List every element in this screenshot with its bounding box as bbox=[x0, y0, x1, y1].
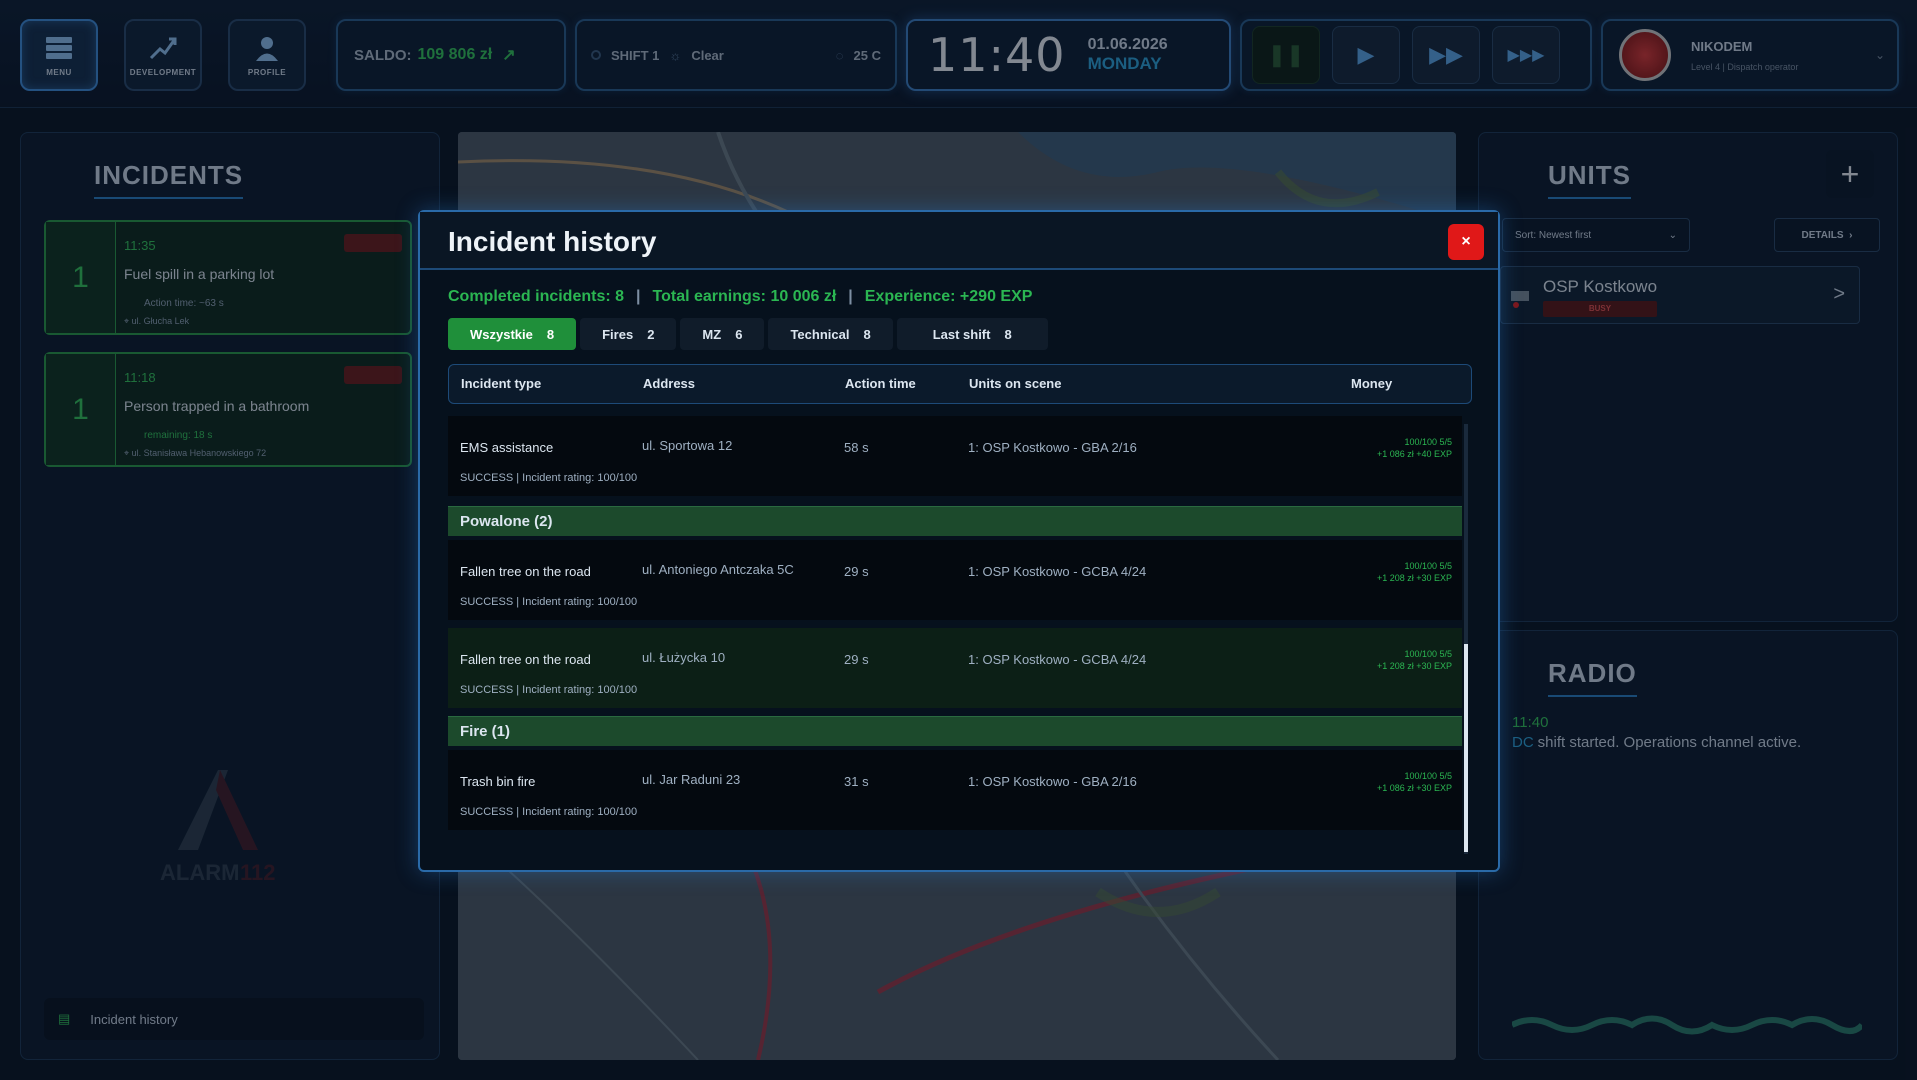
filter-tabs: Wszystkie 8 Fires 2 MZ 6 Technical 8 Last sh… bbox=[448, 318, 1048, 350]
units-on-scene: 1: OSP Kostkowo - GBA 2/16 bbox=[968, 440, 1137, 455]
money-cell: 100/100 5/5 +1 086 zł +30 EXP bbox=[1377, 770, 1452, 794]
column-header: Units on scene bbox=[969, 376, 1062, 391]
units-on-scene: 1: OSP Kostkowo - GCBA 4/24 bbox=[968, 564, 1147, 579]
tab-label: Wszystkie bbox=[470, 326, 533, 342]
action-time: 29 s bbox=[844, 652, 869, 667]
completed-count: Completed incidents: 8 bbox=[448, 288, 625, 305]
money-cell: 100/100 5/5 +1 208 zł +30 EXP bbox=[1377, 560, 1452, 584]
tab-fires[interactable]: Fires 2 bbox=[580, 318, 677, 350]
incident-address: ul. Antoniego Antczaka 5C bbox=[642, 562, 794, 577]
money-earned: +1 086 zł +40 EXP bbox=[1376, 449, 1452, 459]
tab-count: 8 bbox=[546, 326, 555, 342]
money-rating: 100/100 5/5 bbox=[1404, 437, 1452, 447]
incident-status: SUCCESS | Incident rating: 100/100 bbox=[460, 472, 638, 484]
tab-label: Last shift bbox=[932, 326, 991, 342]
action-time: 31 s bbox=[844, 774, 869, 789]
money-rating: 100/100 5/5 bbox=[1404, 649, 1452, 659]
experience-gain: Experience: +290 EXP bbox=[864, 288, 1033, 305]
action-time: 29 s bbox=[844, 564, 869, 579]
units-on-scene: 1: OSP Kostkowo - GCBA 4/24 bbox=[968, 652, 1147, 667]
money-earned: +1 208 zł +30 EXP bbox=[1376, 573, 1452, 583]
total-earnings: Total earnings: 10 006 zł bbox=[652, 288, 837, 305]
money-earned: +1 086 zł +30 EXP bbox=[1376, 783, 1452, 793]
incident-address: ul. Sportowa 12 bbox=[642, 438, 733, 453]
column-header: Incident type bbox=[461, 376, 542, 391]
tab-label: Fires bbox=[602, 326, 634, 342]
table-row[interactable]: Trash bin fire ul. Jar Raduni 23 31 s 1:… bbox=[448, 750, 1462, 830]
incident-status: SUCCESS | Incident rating: 100/100 bbox=[460, 684, 638, 696]
group-header[interactable]: Fire (1) bbox=[448, 716, 1462, 746]
table-row[interactable]: EMS assistance ul. Sportowa 12 58 s 1: O… bbox=[448, 416, 1462, 496]
incident-history-modal: Incident history × Completed incidents: … bbox=[418, 210, 1500, 872]
column-header: Money bbox=[1351, 376, 1393, 391]
history-table-body: EMS assistance ul. Sportowa 12 58 s 1: O… bbox=[448, 412, 1472, 848]
incident-type: Trash bin fire bbox=[460, 774, 536, 789]
money-cell: 100/100 5/5 +1 208 zł +30 EXP bbox=[1377, 648, 1452, 672]
tab-all[interactable]: Wszystkie 8 bbox=[448, 318, 577, 350]
money-rating: 100/100 5/5 bbox=[1404, 771, 1452, 781]
scrollbar-thumb[interactable] bbox=[1464, 644, 1468, 852]
modal-title: Incident history bbox=[448, 226, 657, 257]
tab-label: MZ bbox=[702, 326, 722, 342]
modal-header: Incident history × bbox=[420, 212, 1498, 270]
incident-address: ul. Jar Raduni 23 bbox=[642, 772, 741, 787]
table-row[interactable]: Fallen tree on the road ul. Antoniego An… bbox=[448, 540, 1462, 620]
action-time: 58 s bbox=[844, 440, 869, 455]
close-button[interactable]: × bbox=[1448, 224, 1484, 260]
tab-label: Technical bbox=[790, 326, 850, 342]
incident-status: SUCCESS | Incident rating: 100/100 bbox=[460, 806, 638, 818]
units-on-scene: 1: OSP Kostkowo - GBA 2/16 bbox=[968, 774, 1137, 789]
tab-count: 6 bbox=[735, 326, 743, 342]
history-stats: Completed incidents: 8 | Total earnings: 1… bbox=[448, 288, 1033, 305]
table-header: Incident type Address Action time Units … bbox=[448, 364, 1472, 404]
money-cell: 100/100 5/5 +1 086 zł +40 EXP bbox=[1377, 436, 1452, 460]
incident-type: Fallen tree on the road bbox=[460, 564, 591, 579]
table-row[interactable]: Fallen tree on the road ul. Łużycka 10 2… bbox=[448, 628, 1462, 708]
tab-count: 8 bbox=[863, 326, 871, 342]
tab-count: 8 bbox=[1004, 326, 1012, 342]
column-header: Action time bbox=[845, 376, 916, 391]
money-rating: 100/100 5/5 bbox=[1404, 561, 1452, 571]
incident-type: EMS assistance bbox=[460, 440, 554, 455]
close-icon: × bbox=[1461, 233, 1471, 250]
group-header[interactable]: Powalone (2) bbox=[448, 506, 1462, 536]
money-earned: +1 208 zł +30 EXP bbox=[1376, 661, 1452, 671]
tab-technical[interactable]: Technical 8 bbox=[768, 318, 893, 350]
tab-count: 2 bbox=[647, 326, 655, 342]
incident-type: Fallen tree on the road bbox=[460, 652, 591, 667]
incident-address: ul. Łużycka 10 bbox=[642, 650, 726, 665]
incident-status: SUCCESS | Incident rating: 100/100 bbox=[460, 596, 638, 608]
column-header: Address bbox=[643, 376, 696, 391]
tab-last-shift[interactable]: Last shift 8 bbox=[896, 318, 1048, 350]
tab-mz[interactable]: MZ 6 bbox=[680, 318, 765, 350]
